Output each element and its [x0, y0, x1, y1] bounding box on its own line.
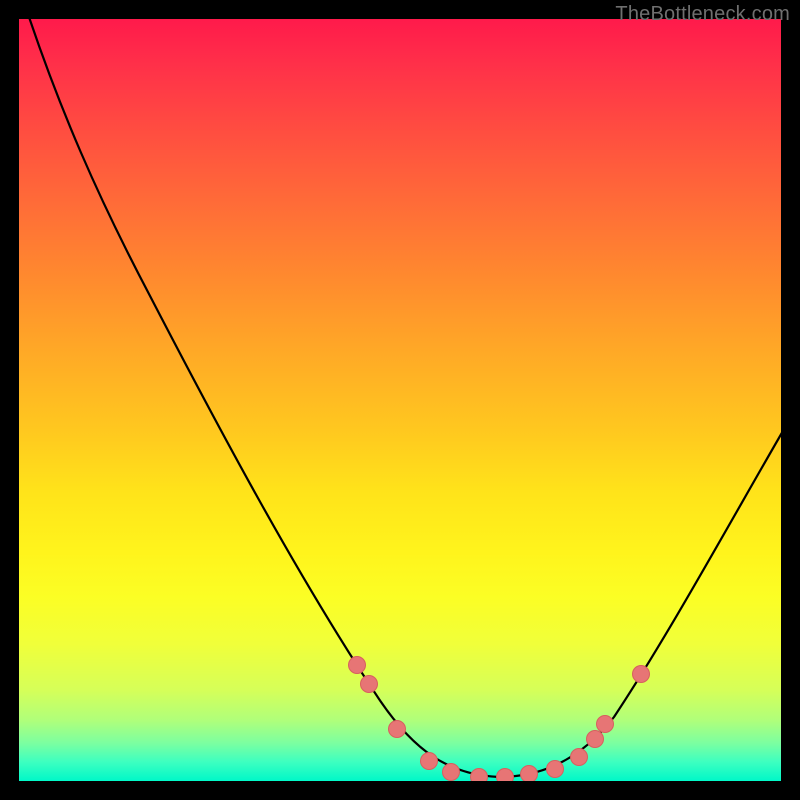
data-point [361, 676, 378, 693]
data-point [497, 769, 514, 782]
bottleneck-curve [23, 19, 781, 777]
data-point [521, 766, 538, 782]
watermark-label: TheBottleneck.com [615, 3, 790, 26]
data-point [633, 666, 650, 683]
data-point [597, 716, 614, 733]
data-point [547, 761, 564, 778]
data-point [421, 753, 438, 770]
plot-area [19, 19, 781, 781]
data-point [389, 721, 406, 738]
chart-frame [15, 15, 785, 785]
data-point [471, 769, 488, 782]
data-point [443, 764, 460, 781]
chart-svg [19, 19, 781, 781]
data-point [587, 731, 604, 748]
data-point [349, 657, 366, 674]
data-point [571, 749, 588, 766]
